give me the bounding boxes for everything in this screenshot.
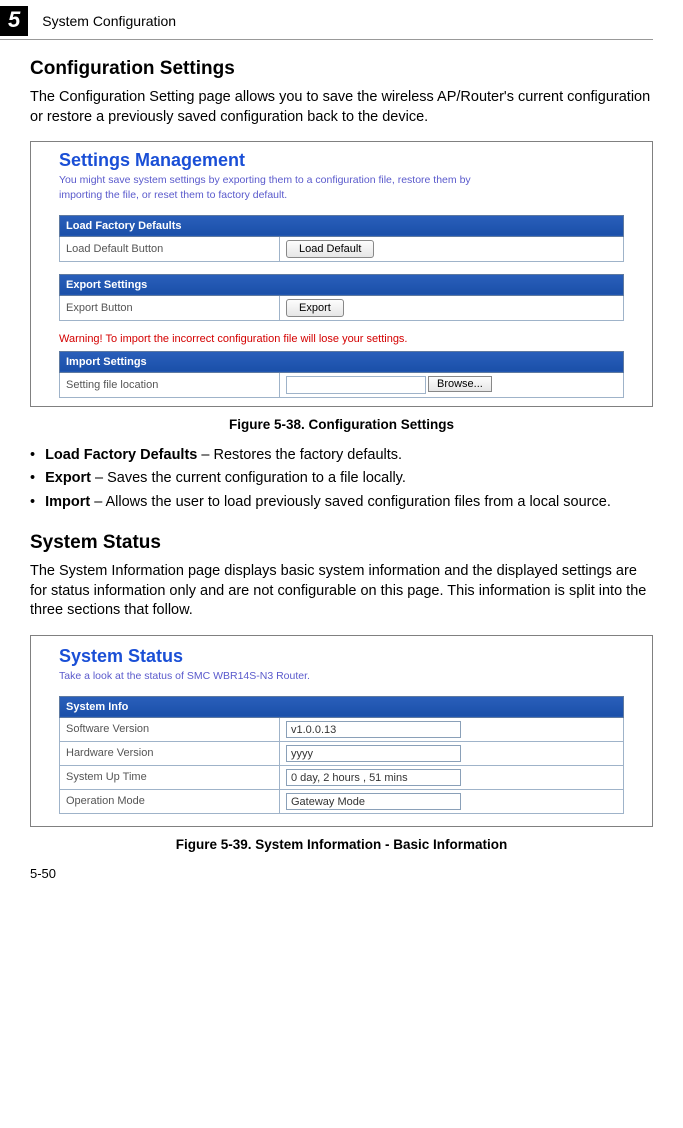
row-label-software-version: Software Version bbox=[60, 717, 280, 741]
value-operation-mode: Gateway Mode bbox=[286, 793, 461, 810]
table-header-load-defaults: Load Factory Defaults bbox=[60, 215, 624, 236]
section-title-config-settings: Configuration Settings bbox=[30, 58, 653, 80]
bullet-export: •Export – Saves the current configuratio… bbox=[30, 469, 653, 489]
row-label-hardware-version: Hardware Version bbox=[60, 741, 280, 765]
bullet-term-1: Export bbox=[45, 470, 91, 486]
bullet-desc-1: – Saves the current configuration to a f… bbox=[91, 470, 406, 486]
file-path-input[interactable] bbox=[286, 376, 426, 394]
row-label-load-default: Load Default Button bbox=[60, 236, 280, 261]
page-number: 5-50 bbox=[30, 866, 653, 881]
section-title-system-status: System Status bbox=[30, 532, 653, 554]
chapter-header: 5 System Configuration bbox=[0, 6, 653, 40]
table-system-info: System Info Software Version v1.0.0.13 H… bbox=[59, 696, 624, 814]
panel-title-system-status: System Status bbox=[59, 646, 624, 667]
table-header-export: Export Settings bbox=[60, 274, 624, 295]
table-load-factory-defaults: Load Factory Defaults Load Default Butto… bbox=[59, 215, 624, 262]
value-hardware-version: yyyy bbox=[286, 745, 461, 762]
bullet-list: •Load Factory Defaults – Restores the fa… bbox=[30, 446, 653, 513]
panel-title-settings-management: Settings Management bbox=[59, 150, 624, 171]
value-software-version: v1.0.0.13 bbox=[286, 721, 461, 738]
browse-button[interactable]: Browse... bbox=[428, 376, 492, 392]
value-system-uptime: 0 day, 2 hours , 51 mins bbox=[286, 769, 461, 786]
chapter-number-badge: 5 bbox=[0, 6, 28, 36]
load-default-button[interactable]: Load Default bbox=[286, 240, 374, 258]
bullet-desc-2: – Allows the user to load previously sav… bbox=[90, 494, 611, 510]
bullet-load-factory: •Load Factory Defaults – Restores the fa… bbox=[30, 446, 653, 466]
export-button[interactable]: Export bbox=[286, 299, 344, 317]
figure-caption-2: Figure 5-39. System Information - Basic … bbox=[30, 837, 653, 852]
chapter-title: System Configuration bbox=[42, 13, 176, 29]
row-label-setting-file: Setting file location bbox=[60, 372, 280, 397]
table-header-import: Import Settings bbox=[60, 351, 624, 372]
section-intro-1: The Configuration Setting page allows yo… bbox=[30, 88, 653, 127]
section-intro-2: The System Information page displays bas… bbox=[30, 562, 653, 621]
figure-caption-1: Figure 5-38. Configuration Settings bbox=[30, 417, 653, 432]
figure-box-settings-management: Settings Management You might save syste… bbox=[30, 141, 653, 406]
row-label-operation-mode: Operation Mode bbox=[60, 789, 280, 813]
bullet-term-0: Load Factory Defaults bbox=[45, 447, 197, 463]
table-import-settings: Import Settings Setting file location Br… bbox=[59, 351, 624, 398]
row-label-system-uptime: System Up Time bbox=[60, 765, 280, 789]
figure-box-system-status: System Status Take a look at the status … bbox=[30, 635, 653, 827]
import-warning-text: Warning! To import the incorrect configu… bbox=[59, 333, 624, 345]
bullet-import: •Import – Allows the user to load previo… bbox=[30, 493, 653, 513]
bullet-desc-0: – Restores the factory defaults. bbox=[197, 447, 402, 463]
row-label-export: Export Button bbox=[60, 295, 280, 320]
panel-subtitle-2: Take a look at the status of SMC WBR14S-… bbox=[59, 669, 479, 684]
table-header-system-info: System Info bbox=[60, 696, 624, 717]
table-export-settings: Export Settings Export Button Export bbox=[59, 274, 624, 321]
bullet-term-2: Import bbox=[45, 494, 90, 510]
panel-subtitle-1: You might save system settings by export… bbox=[59, 173, 479, 202]
